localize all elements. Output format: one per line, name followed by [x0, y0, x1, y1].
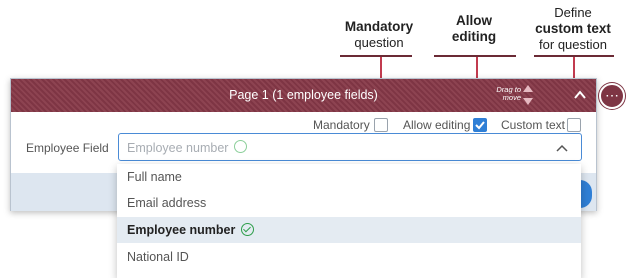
- custom-text-callout-title: custom text: [535, 21, 611, 36]
- mandatory-label: Mandatory: [313, 118, 370, 132]
- mandatory-callout-subtitle: question: [354, 35, 404, 50]
- custom-text-checkbox[interactable]: [567, 118, 581, 132]
- option-label: Full name: [127, 170, 182, 184]
- employee-field-label: Employee Field: [26, 141, 109, 155]
- allow-editing-callout-line2: editing: [451, 29, 497, 44]
- check-circle-icon: [241, 223, 255, 236]
- mandatory-callout-underline: [340, 55, 412, 57]
- allow-editing-callout-underline: [434, 55, 516, 57]
- mandatory-callout-title: Mandatory: [344, 19, 414, 34]
- question-options-row: Mandatory Allow editing Custom text: [11, 118, 596, 134]
- check-circle-icon: [234, 140, 247, 153]
- mandatory-checkbox[interactable]: [374, 118, 388, 132]
- allow-editing-callout: Allow editing: [440, 13, 508, 45]
- dropdown-option-email-address[interactable]: Email address: [117, 190, 581, 216]
- chevron-up-icon[interactable]: [555, 142, 569, 154]
- employee-field-dropdown: Full name Email address Employee number …: [117, 164, 581, 278]
- checkmark-icon: [475, 121, 485, 130]
- allow-editing-callout-line1: Allow: [456, 13, 492, 28]
- allow-editing-label: Allow editing: [403, 118, 471, 132]
- dropdown-option-employee-number[interactable]: Employee number: [117, 217, 581, 243]
- employee-field-value: Employee number: [127, 141, 229, 155]
- drag-hint-line2: move: [502, 93, 521, 102]
- allow-editing-checkbox[interactable]: [473, 118, 487, 132]
- more-options-button[interactable]: ⋯: [599, 83, 625, 109]
- option-label: Email address: [127, 196, 207, 210]
- dropdown-option-national-id[interactable]: National ID: [117, 244, 581, 270]
- option-label: Employee number: [127, 223, 236, 237]
- drag-handle-icon[interactable]: [522, 84, 534, 106]
- drag-to-move-hint: Drag to move: [491, 86, 521, 102]
- custom-text-callout-subtitle: for question: [539, 37, 607, 52]
- page-header[interactable]: Page 1 (1 employee fields) Drag to move: [11, 79, 596, 112]
- custom-text-label: Custom text: [501, 118, 566, 132]
- mandatory-callout: Mandatory question: [336, 19, 422, 51]
- dropdown-option-full-name[interactable]: Full name: [117, 164, 581, 190]
- custom-text-callout-top: Define: [554, 5, 592, 20]
- employee-field-select[interactable]: Employee number: [118, 133, 582, 161]
- chevron-up-icon[interactable]: [573, 88, 587, 102]
- custom-text-callout: Define custom text for question: [530, 5, 616, 53]
- option-label: National ID: [127, 250, 189, 264]
